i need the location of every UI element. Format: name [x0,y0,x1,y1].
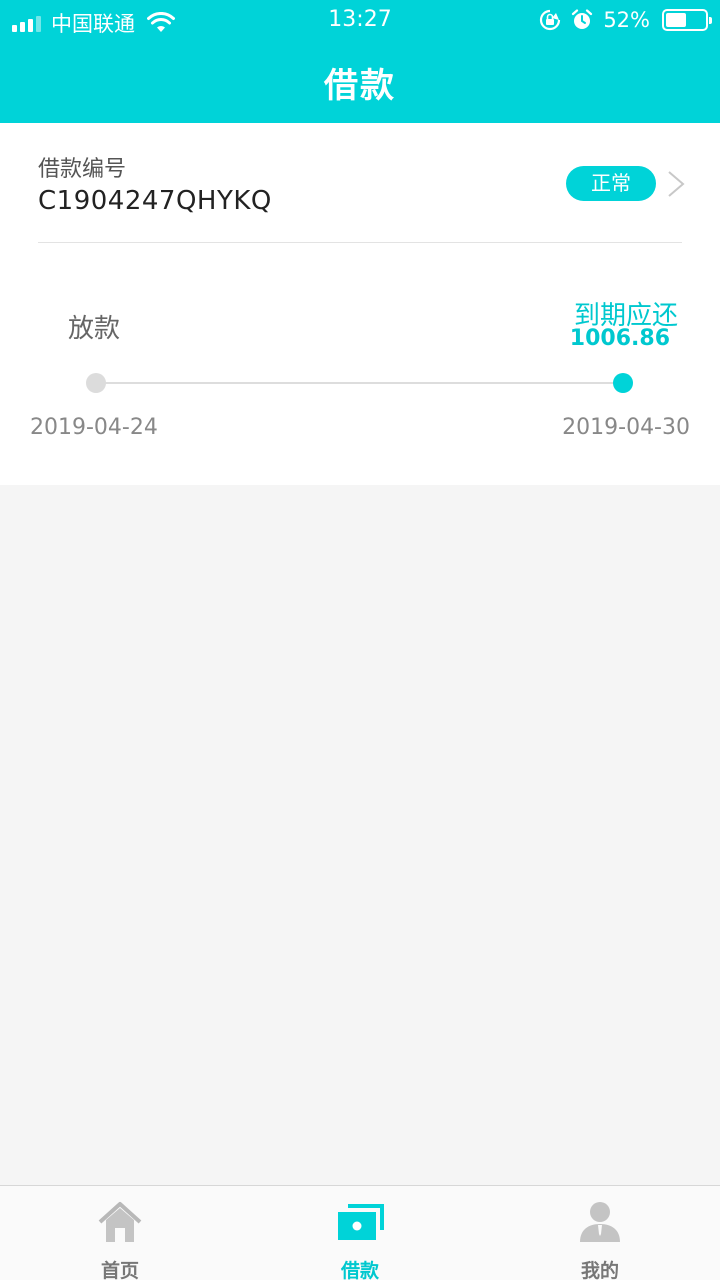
battery-fill [666,13,686,27]
status-bar: 中国联通 13:27 52% [0,0,720,40]
tab-loan[interactable]: 借款 [240,1186,480,1280]
status-badge: 正常 [566,166,656,201]
start-date: 2019-04-24 [30,415,158,440]
due-date: 2019-04-30 [562,415,690,440]
app-header: 中国联通 13:27 52% 借款 [0,0,720,123]
loan-card[interactable]: 借款编号 C1904247QHYKQ 正常 放款 到期应还 1006.86 20… [0,123,720,485]
timeline-end-dot [613,373,633,393]
chevron-right-icon[interactable] [664,169,688,199]
profile-icon [580,1202,620,1242]
tab-label-profile: 我的 [580,1260,619,1280]
loan-cash-icon [338,1204,384,1240]
tab-bar: 首页 借款 我的 [0,1185,720,1280]
home-icon [98,1202,142,1242]
tab-label-home: 首页 [100,1260,139,1280]
page-title: 借款 [324,66,396,106]
tab-profile[interactable]: 我的 [480,1186,720,1280]
disbursement-label: 放款 [68,314,121,344]
loan-number: C1904247QHYKQ [38,186,272,216]
tab-home[interactable]: 首页 [0,1186,240,1280]
loan-number-label: 借款编号 [38,157,127,182]
status-right: 52% [539,8,712,32]
timeline-start-dot [86,373,106,393]
rotation-lock-icon [540,9,561,31]
timeline-line [96,382,624,384]
battery-percent: 52% [603,8,650,32]
due-amount: 1006.86 [569,326,670,351]
alarm-icon [572,9,593,29]
battery-icon [662,9,712,31]
divider [38,242,682,243]
tab-label-loan: 借款 [340,1260,379,1280]
